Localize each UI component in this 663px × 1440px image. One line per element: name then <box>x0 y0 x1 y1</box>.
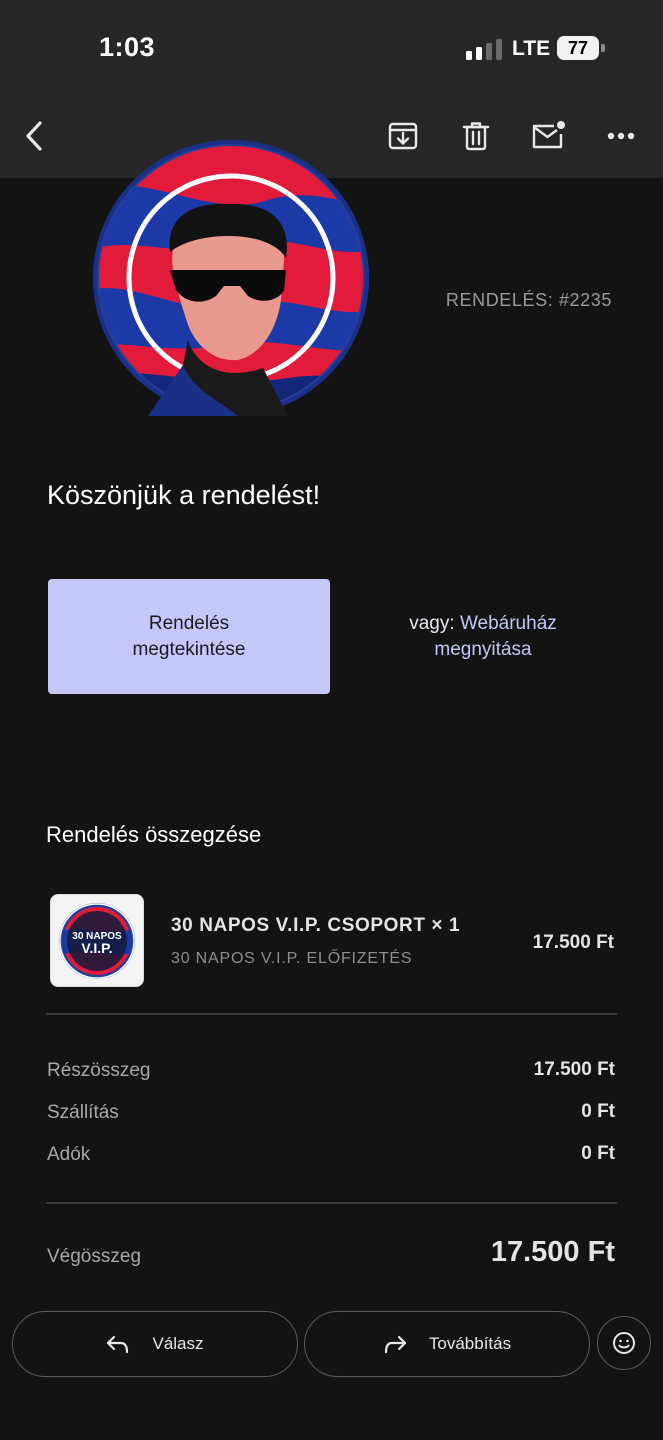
battery-icon: 77 <box>557 36 599 60</box>
battery-level: 77 <box>567 37 589 58</box>
battery-cap <box>601 44 605 52</box>
emoji-reaction-button[interactable] <box>597 1316 651 1370</box>
forward-icon <box>384 1335 406 1354</box>
open-store-block: vagy: Webáruház megnyitása <box>373 611 593 663</box>
thumb-line2: V.I.P. <box>81 940 112 956</box>
open-store-link[interactable]: Webáruház <box>460 613 557 634</box>
more-icon[interactable] <box>599 114 643 158</box>
product-variant: 30 NAPOS V.I.P. ELŐFIZETÉS <box>171 950 413 967</box>
view-order-label-line2: megtekintése <box>132 638 246 660</box>
trash-icon[interactable] <box>454 114 498 158</box>
smiley-icon <box>613 1332 635 1354</box>
divider <box>46 1202 617 1204</box>
reply-button[interactable]: Válasz <box>12 1311 298 1377</box>
thank-you-heading: Köszönjük a rendelést! <box>47 480 321 510</box>
or-prefix: vagy: <box>409 613 455 634</box>
forward-label: Továbbítás <box>428 1334 512 1353</box>
archive-icon[interactable] <box>381 114 425 158</box>
total-label: Végösszeg <box>47 1246 142 1267</box>
product-name: 30 NAPOS V.I.P. CSOPORT × 1 <box>171 915 461 936</box>
product-price: 17.500 Ft <box>532 932 614 953</box>
status-bar: 1:03 LTE 77 <box>0 0 663 96</box>
order-summary-title: Rendelés összegzése <box>46 822 262 847</box>
subtotal-label: Részösszeg <box>47 1060 151 1081</box>
back-icon[interactable] <box>12 114 56 158</box>
product-thumbnail: 30 NAPOS V.I.P. <box>50 894 144 987</box>
divider <box>46 1013 617 1015</box>
taxes-label: Adók <box>47 1144 91 1165</box>
network-type: LTE <box>512 37 551 60</box>
open-store-link-line2[interactable]: megnyitása <box>373 637 593 663</box>
mark-unread-icon[interactable] <box>526 114 570 158</box>
status-time: 1:03 <box>99 32 156 62</box>
taxes-value: 0 Ft <box>581 1143 615 1164</box>
reply-icon <box>107 1335 129 1354</box>
reply-label: Válasz <box>152 1334 204 1353</box>
order-number: RENDELÉS: #2235 <box>445 290 612 310</box>
subtotal-value: 17.500 Ft <box>533 1059 615 1080</box>
forward-button[interactable]: Továbbítás <box>304 1311 590 1377</box>
view-order-button[interactable]: Rendelés megtekintése <box>48 579 330 694</box>
signal-strength-icon <box>466 38 502 60</box>
shipping-label: Szállítás <box>47 1102 119 1123</box>
view-order-label-line1: Rendelés <box>148 612 230 634</box>
store-logo <box>88 140 374 416</box>
shipping-value: 0 Ft <box>581 1101 615 1122</box>
total-value: 17.500 Ft <box>490 1236 615 1268</box>
